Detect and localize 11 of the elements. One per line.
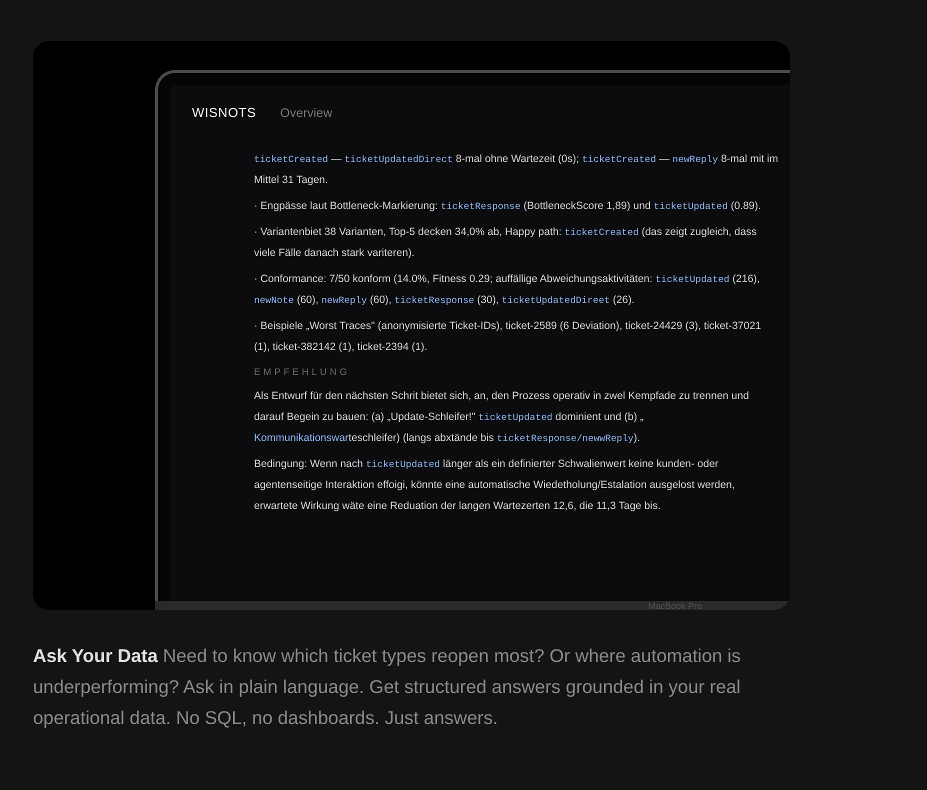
nav-link[interactable]: Overview [280,104,332,123]
answer-paragraph: · Conformance: 7/50 konform (14.0%, Fitness 0.29; auffällige Abweichungsaktivitäten: ticketUpdated (216), newNote (60), newReply (60), ticketResponse (30), ticketUpdatedDireet (26). [254,272,761,308]
answer-paragraph: · Variantenbiet 38 Varianten, Top-5 decken 34,0% ab, Happy path: ticketCreated (das zeigt zugleich, dass viele Fälle danach stark variteren). [254,224,758,261]
answer-paragraph: · Engpässe laut Bottleneck-Markierung: ticketResponse (BottleneckScore 1,89) und ticketUpdated (0.89). [254,198,762,214]
feature-description: Ask Your Data Need to know which ticket types reopen most? Or where automation is underperforming? Ask in plain language. Get structured answers grounded in your real operational data. No SQL, no dashboards. Just answers. [33,644,742,730]
section-heading: EMPFEHLUNG [254,366,351,380]
answer-paragraph: ticketCreated — ticketUpdatedDirect 8-mal ohne Wartezeit (0s); ticketCreated — newReply 8-mal mit im Mittel 31 Tagen. [254,152,779,188]
answer-paragraph: · Beispiele „Worst Traces" (anonymisierte Ticket-IDs), ticket-2589 (6 Deviation), ticket-24429 (3), ticket-37021 (1), ticket-382142 (1), ticket-2394 (1). [254,318,762,355]
answer-paragraph: Als Entwurf für den nächsten Schrit bietet sich, an, den Prozess operativ in zwel Kempfade zu trennen und darauf Begein zu bauen: (a) „Update-Schleifer!" ticketUpdated dominient und (b) „ Kommunikationswarteschleifer) (langs abxtände bis ticketResponse/newwReply). [254,389,750,446]
answer-paragraph: Bedingung: Wenn nach ticketUpdated länger als ein definierter Schwalienwert keine kunden- oder agentenseitige Interaktion effoigi, könnte eine automatische Wiedetholung/Estalation ausgelost werden, erwartete Wirkung wäte eine Reduation der langen Wartezerten 12,6, die 11,3 Tage bis. [254,457,736,514]
app-logo: WISNOTS [192,104,256,122]
